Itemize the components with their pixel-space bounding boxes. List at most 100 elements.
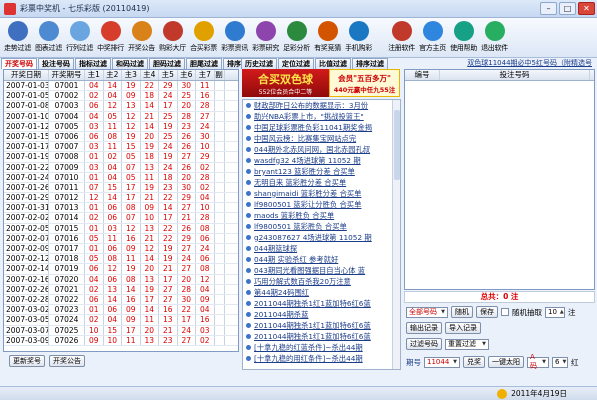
toolbar-table-button[interactable]: 图表过滤 xyxy=(33,18,64,58)
grid-col-header[interactable]: 主6 xyxy=(178,70,196,80)
tab-tabs_mid-3[interactable]: 排序过滤 xyxy=(352,58,388,69)
toolbar-quiz-button[interactable]: 有奖竞猜 xyxy=(312,18,343,58)
code-type-select[interactable]: A码 ▼ xyxy=(527,353,549,370)
toolbar-home-button[interactable]: 官方主页 xyxy=(417,18,448,58)
red-count-select[interactable]: 6 ▼ xyxy=(552,356,568,368)
news-item[interactable]: 中国风云榜：比赛集宝网站点完 xyxy=(243,133,400,144)
news-item[interactable]: shangimaidi 篮彩胜分差 合买单 xyxy=(243,188,400,199)
news-item[interactable]: 2011044期独杀1红1蓝加特6红6蓝 xyxy=(243,298,400,309)
news-item[interactable]: 2011044期独杀1红1蓝加特6红6蓝 xyxy=(243,331,400,342)
export-records-button[interactable]: 输出记录 xyxy=(406,322,442,334)
banner-right[interactable]: 会员"五百多万" 440元赢中任九55注 xyxy=(329,69,400,97)
news-item[interactable]: lf9800501 篮彩胜负 合买单 xyxy=(243,221,400,232)
toolbar-trophy-button[interactable]: 中奖排行 xyxy=(95,18,126,58)
table-row[interactable]: 2007-01-03 07001 04 14 19 22 29 30 11 xyxy=(4,81,238,92)
news-item[interactable]: 中国足球彩票胜负彩11041期奖金揭 xyxy=(243,122,400,133)
toolbar-exit-button[interactable]: 退出软件 xyxy=(479,18,510,58)
news-item[interactable]: g243087627 4场进球第 11052 期 xyxy=(243,232,400,243)
news-item[interactable]: 助兴NBA彩票上市，"挑战投篮王" xyxy=(243,111,400,122)
table-row[interactable]: 2007-02-16 07020 04 06 08 13 17 20 12 xyxy=(4,274,238,285)
news-item[interactable]: 043期同光看图强据目自当心体 蓝 xyxy=(243,265,400,276)
table-row[interactable]: 2007-01-22 07009 03 04 07 13 24 26 02 xyxy=(4,162,238,173)
news-item[interactable]: 第44期24码围红 xyxy=(243,287,400,298)
grid-col-header[interactable]: 开奖日期 xyxy=(4,70,49,80)
news-item[interactable]: 无明自来 篮彩胜分差 合买单 xyxy=(243,177,400,188)
news-item[interactable]: 044期外北赤风问网，国北赤园孔叔 xyxy=(243,144,400,155)
table-row[interactable]: 2007-01-05 07002 02 04 09 18 24 25 16 xyxy=(4,91,238,102)
news-item[interactable]: 044期 实验杀红 参考就好 xyxy=(243,254,400,265)
table-row[interactable]: 2007-03-09 07026 09 10 11 13 23 27 02 xyxy=(4,335,238,346)
table-row[interactable]: 2007-03-07 07025 10 15 17 20 21 24 03 xyxy=(4,325,238,336)
table-row[interactable]: 2007-01-26 07011 07 15 17 19 23 30 02 xyxy=(4,182,238,194)
tab-tabs_mid-2[interactable]: 比值过滤 xyxy=(315,58,351,69)
tab-tabs_left-4[interactable]: 胆码过滤 xyxy=(149,58,185,69)
one-click-button[interactable]: 一键太阳 xyxy=(488,356,524,368)
maximize-button[interactable]: □ xyxy=(559,2,576,15)
news-item[interactable]: maods 篮彩胜负 合买单 xyxy=(243,210,400,221)
toolbar-phone-button[interactable]: 手机购彩 xyxy=(343,18,374,58)
grid-col-header[interactable]: 主3 xyxy=(122,70,141,80)
news-item[interactable]: 巧用分解式数百杀我20万注意 xyxy=(243,276,400,287)
news-item[interactable]: [十拿九稳的红蓝杀件]~杀出44期 xyxy=(243,342,400,353)
tab-tabs_left-5[interactable]: 胆尾过滤 xyxy=(186,58,222,69)
news-item[interactable]: bryant123 篮彩胜分差 合买单 xyxy=(243,166,400,177)
table-row[interactable]: 2007-02-07 07016 05 11 16 21 22 29 06 xyxy=(4,233,238,244)
tab-tabs_left-0[interactable]: 开奖号码 xyxy=(1,58,37,69)
news-item[interactable]: lf9800501 篮彩让分胜负 合买单 xyxy=(243,199,400,210)
tab-tabs_mid-0[interactable]: 历史过滤 xyxy=(241,58,277,69)
redeem-button[interactable]: 兑奖 xyxy=(463,356,485,368)
tab-tabs_left-3[interactable]: 和码过滤 xyxy=(112,58,148,69)
tab-tabs_left-2[interactable]: 指标过滤 xyxy=(75,58,111,69)
table-row[interactable]: 2007-02-14 07019 06 12 19 20 21 27 08 xyxy=(4,264,238,275)
news-item[interactable]: 2011044期杀蓝 xyxy=(243,309,400,320)
draw-announcement-button[interactable]: 开奖公告 xyxy=(49,355,85,367)
import-records-button[interactable]: 导入记录 xyxy=(445,322,481,334)
table-row[interactable]: 2007-01-10 07004 04 05 12 21 25 28 27 xyxy=(4,111,238,122)
tab-tabs_mid-1[interactable]: 定位过滤 xyxy=(278,58,314,69)
number-filter-select[interactable]: 全部号码 ▼ xyxy=(406,306,448,318)
issue-select[interactable]: 11044 ▼ xyxy=(424,356,460,368)
minimize-button[interactable]: – xyxy=(540,2,557,15)
news-item[interactable]: 财政部昨日公布的数据显示：3月份 xyxy=(243,100,400,111)
news-item[interactable]: wasdfg32 4场进球第 11052 期 xyxy=(243,155,400,166)
random-button[interactable]: 随机 xyxy=(451,306,473,318)
tab-tabs_left-1[interactable]: 投注号码 xyxy=(38,58,74,69)
grid-col-header[interactable]: 开奖期号 xyxy=(49,70,85,80)
table-row[interactable]: 2007-01-12 07005 03 11 12 14 19 23 24 xyxy=(4,121,238,132)
news-list[interactable]: 财政部昨日公布的数据显示：3月份 助兴NBA彩票上市，"挑战投篮王" 中国足球彩票胜… xyxy=(242,99,401,370)
table-row[interactable]: 2007-01-31 07013 01 06 08 09 14 27 10 xyxy=(4,203,238,214)
toolbar-register-button[interactable]: 注册软件 xyxy=(386,18,417,58)
news-item[interactable]: [十拿九稳的用红条件]~杀出44期 xyxy=(243,353,400,364)
table-row[interactable]: 2007-02-02 07014 02 06 07 10 17 21 28 xyxy=(4,213,238,224)
banner-left[interactable]: 合买双色球 552位会员合中二等 xyxy=(242,69,329,97)
filter-numbers-button[interactable]: 过滤号码 xyxy=(406,338,442,350)
bet-numbers-table[interactable]: 编号 投注号码 xyxy=(404,69,595,290)
table-row[interactable]: 2007-02-26 07021 02 13 14 19 27 28 04 xyxy=(4,284,238,295)
close-button[interactable]: ✕ xyxy=(578,2,595,15)
toolbar-help-button[interactable]: 使用帮助 xyxy=(448,18,479,58)
table-row[interactable]: 2007-01-08 07003 06 12 13 14 17 20 28 xyxy=(4,101,238,112)
grid-col-header[interactable]: 主5 xyxy=(159,70,178,80)
grid-col-header[interactable]: 副 xyxy=(215,70,225,80)
news-scrollbar[interactable] xyxy=(392,100,400,369)
toolbar-announce-button[interactable]: 开奖公告 xyxy=(126,18,157,58)
draw-results-grid[interactable]: 开奖日期 开奖期号 主1 主2 主3 主4 主5 主6 主7 副 2007-01-03 07001 0… xyxy=(3,69,239,352)
update-numbers-button[interactable]: 更新奖号 xyxy=(9,355,45,367)
table-row[interactable]: 2007-02-12 07018 05 08 11 14 19 24 06 xyxy=(4,254,238,265)
table-row[interactable]: 2007-02-28 07022 06 14 16 17 27 30 09 xyxy=(4,294,238,306)
toolbar-football-button[interactable]: 足彩分析 xyxy=(281,18,312,58)
toolbar-grid-button[interactable]: 行列过滤 xyxy=(64,18,95,58)
news-item[interactable]: 044期篮球探 xyxy=(243,243,400,254)
table-row[interactable]: 2007-01-24 07010 01 04 05 11 18 20 28 xyxy=(4,172,238,183)
table-row[interactable]: 2007-01-15 07006 06 08 19 20 25 26 30 xyxy=(4,131,238,143)
news-item[interactable]: 2011044期独杀1红1蓝加特6红6蓝 xyxy=(243,320,400,331)
toolbar-group-button[interactable]: 合买彩票 xyxy=(188,18,219,58)
reset-filter-select[interactable]: 重置过滤 ▼ xyxy=(445,338,489,350)
table-row[interactable]: 2007-01-29 07012 12 14 17 21 22 29 04 xyxy=(4,193,238,204)
count-spinner[interactable]: 10 ▲ xyxy=(545,306,565,318)
promo-link[interactable]: 双色球11044期必中5红号码（附精选号 xyxy=(404,58,595,69)
grid-col-header[interactable]: 主2 xyxy=(104,70,122,80)
toolbar-chart-button[interactable]: 走势过滤 xyxy=(2,18,33,58)
toolbar-research-button[interactable]: 彩票研究 xyxy=(250,18,281,58)
grid-col-header[interactable]: 主4 xyxy=(141,70,159,80)
